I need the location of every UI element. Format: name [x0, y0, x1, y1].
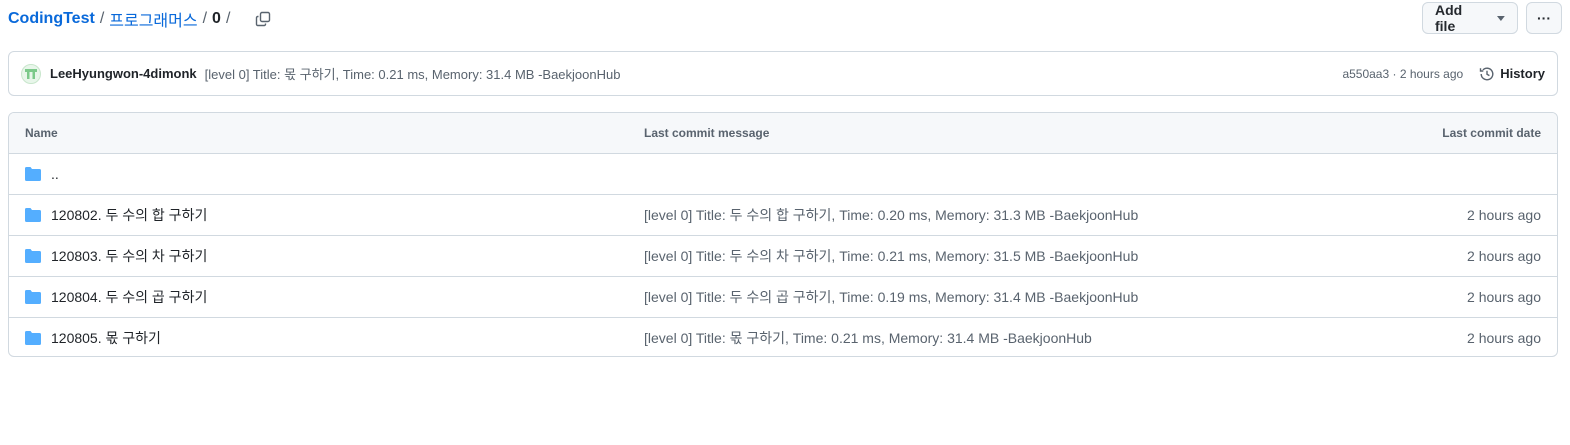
folder-icon	[25, 208, 41, 222]
commit-author-link[interactable]: LeeHyungwon-4dimonk	[50, 66, 197, 81]
row-name-cell: 120803. 두 수의 차 구하기	[25, 246, 207, 266]
repo-header: CodingTest / 프로그래머스 / 0 / Add file ···	[0, 0, 1570, 38]
folder-icon	[25, 331, 41, 345]
breadcrumb: CodingTest / 프로그래머스 / 0 /	[8, 8, 277, 30]
more-options-button[interactable]: ···	[1526, 2, 1562, 34]
latest-commit-bar: LeeHyungwon-4dimonk [level 0] Title: 몫 구…	[8, 51, 1558, 96]
folder-icon	[25, 290, 41, 304]
commit-date: 2 hours ago	[1467, 289, 1541, 305]
folder-link[interactable]: 120805. 몫 구하기	[51, 328, 161, 348]
commit-message-link[interactable]: [level 0] Title: 두 수의 차 구하기, Time: 0.21 …	[644, 246, 1138, 266]
breadcrumb-separator: /	[225, 10, 231, 27]
table-header: Name Last commit message Last commit dat…	[9, 113, 1557, 154]
commit-message-link[interactable]: [level 0] Title: 몫 구하기, Time: 0.21 ms, M…	[644, 328, 1092, 348]
history-button[interactable]: History	[1479, 66, 1545, 82]
table-row[interactable]: 120802. 두 수의 합 구하기 [level 0] Title: 두 수의…	[9, 195, 1557, 236]
commit-message-link[interactable]: [level 0] Title: 두 수의 곱 구하기, Time: 0.19 …	[644, 287, 1138, 307]
folder-icon	[25, 167, 41, 181]
commit-date: 2 hours ago	[1467, 330, 1541, 346]
history-icon	[1480, 67, 1494, 80]
table-row[interactable]: 120805. 몫 구하기 [level 0] Title: 몫 구하기, Ti…	[9, 318, 1557, 356]
avatar-identicon	[25, 68, 37, 79]
triangle-down-icon	[1497, 15, 1505, 21]
row-name-cell: 120804. 두 수의 곱 구하기	[25, 287, 207, 307]
add-file-button[interactable]: Add file	[1422, 2, 1518, 34]
header-name: Name	[25, 126, 58, 140]
table-row[interactable]: 120803. 두 수의 차 구하기 [level 0] Title: 두 수의…	[9, 236, 1557, 277]
table-row[interactable]: 120804. 두 수의 곱 구하기 [level 0] Title: 두 수의…	[9, 277, 1557, 318]
commit-message-link[interactable]: [level 0] Title: 두 수의 합 구하기, Time: 0.20 …	[644, 205, 1138, 225]
breadcrumb-separator: /	[202, 10, 208, 27]
table-row-parent[interactable]: ..	[9, 154, 1557, 195]
breadcrumb-current: 0	[212, 10, 221, 27]
parent-directory[interactable]: ..	[25, 166, 59, 182]
copy-path-button[interactable]	[249, 5, 277, 33]
header-last-commit-date: Last commit date	[1442, 126, 1541, 140]
header-last-commit-message: Last commit message	[644, 126, 770, 140]
file-table: Name Last commit message Last commit dat…	[8, 112, 1558, 357]
row-name-cell: 120805. 몫 구하기	[25, 328, 161, 348]
folder-link[interactable]: 120802. 두 수의 합 구하기	[51, 205, 207, 225]
breadcrumb-repo-link[interactable]: CodingTest	[8, 10, 95, 28]
copy-icon	[256, 11, 271, 27]
breadcrumb-separator: /	[99, 10, 105, 27]
avatar[interactable]	[21, 63, 41, 84]
folder-link[interactable]: 120803. 두 수의 차 구하기	[51, 246, 207, 266]
commit-sha-time[interactable]: a550aa3 · 2 hours ago	[1342, 67, 1463, 81]
folder-icon	[25, 249, 41, 263]
commit-date: 2 hours ago	[1467, 207, 1541, 223]
history-label: History	[1500, 66, 1545, 81]
commit-date: 2 hours ago	[1467, 248, 1541, 264]
add-file-label: Add file	[1435, 2, 1463, 34]
kebab-horizontal-icon: ···	[1537, 10, 1551, 26]
breadcrumb-folder-link[interactable]: 프로그래머스	[109, 7, 197, 31]
row-name-cell: 120802. 두 수의 합 구하기	[25, 205, 207, 225]
commit-message-link[interactable]: [level 0] Title: 몫 구하기, Time: 0.21 ms, M…	[205, 64, 621, 83]
folder-link[interactable]: 120804. 두 수의 곱 구하기	[51, 287, 207, 307]
parent-directory-link[interactable]: ..	[51, 166, 59, 182]
